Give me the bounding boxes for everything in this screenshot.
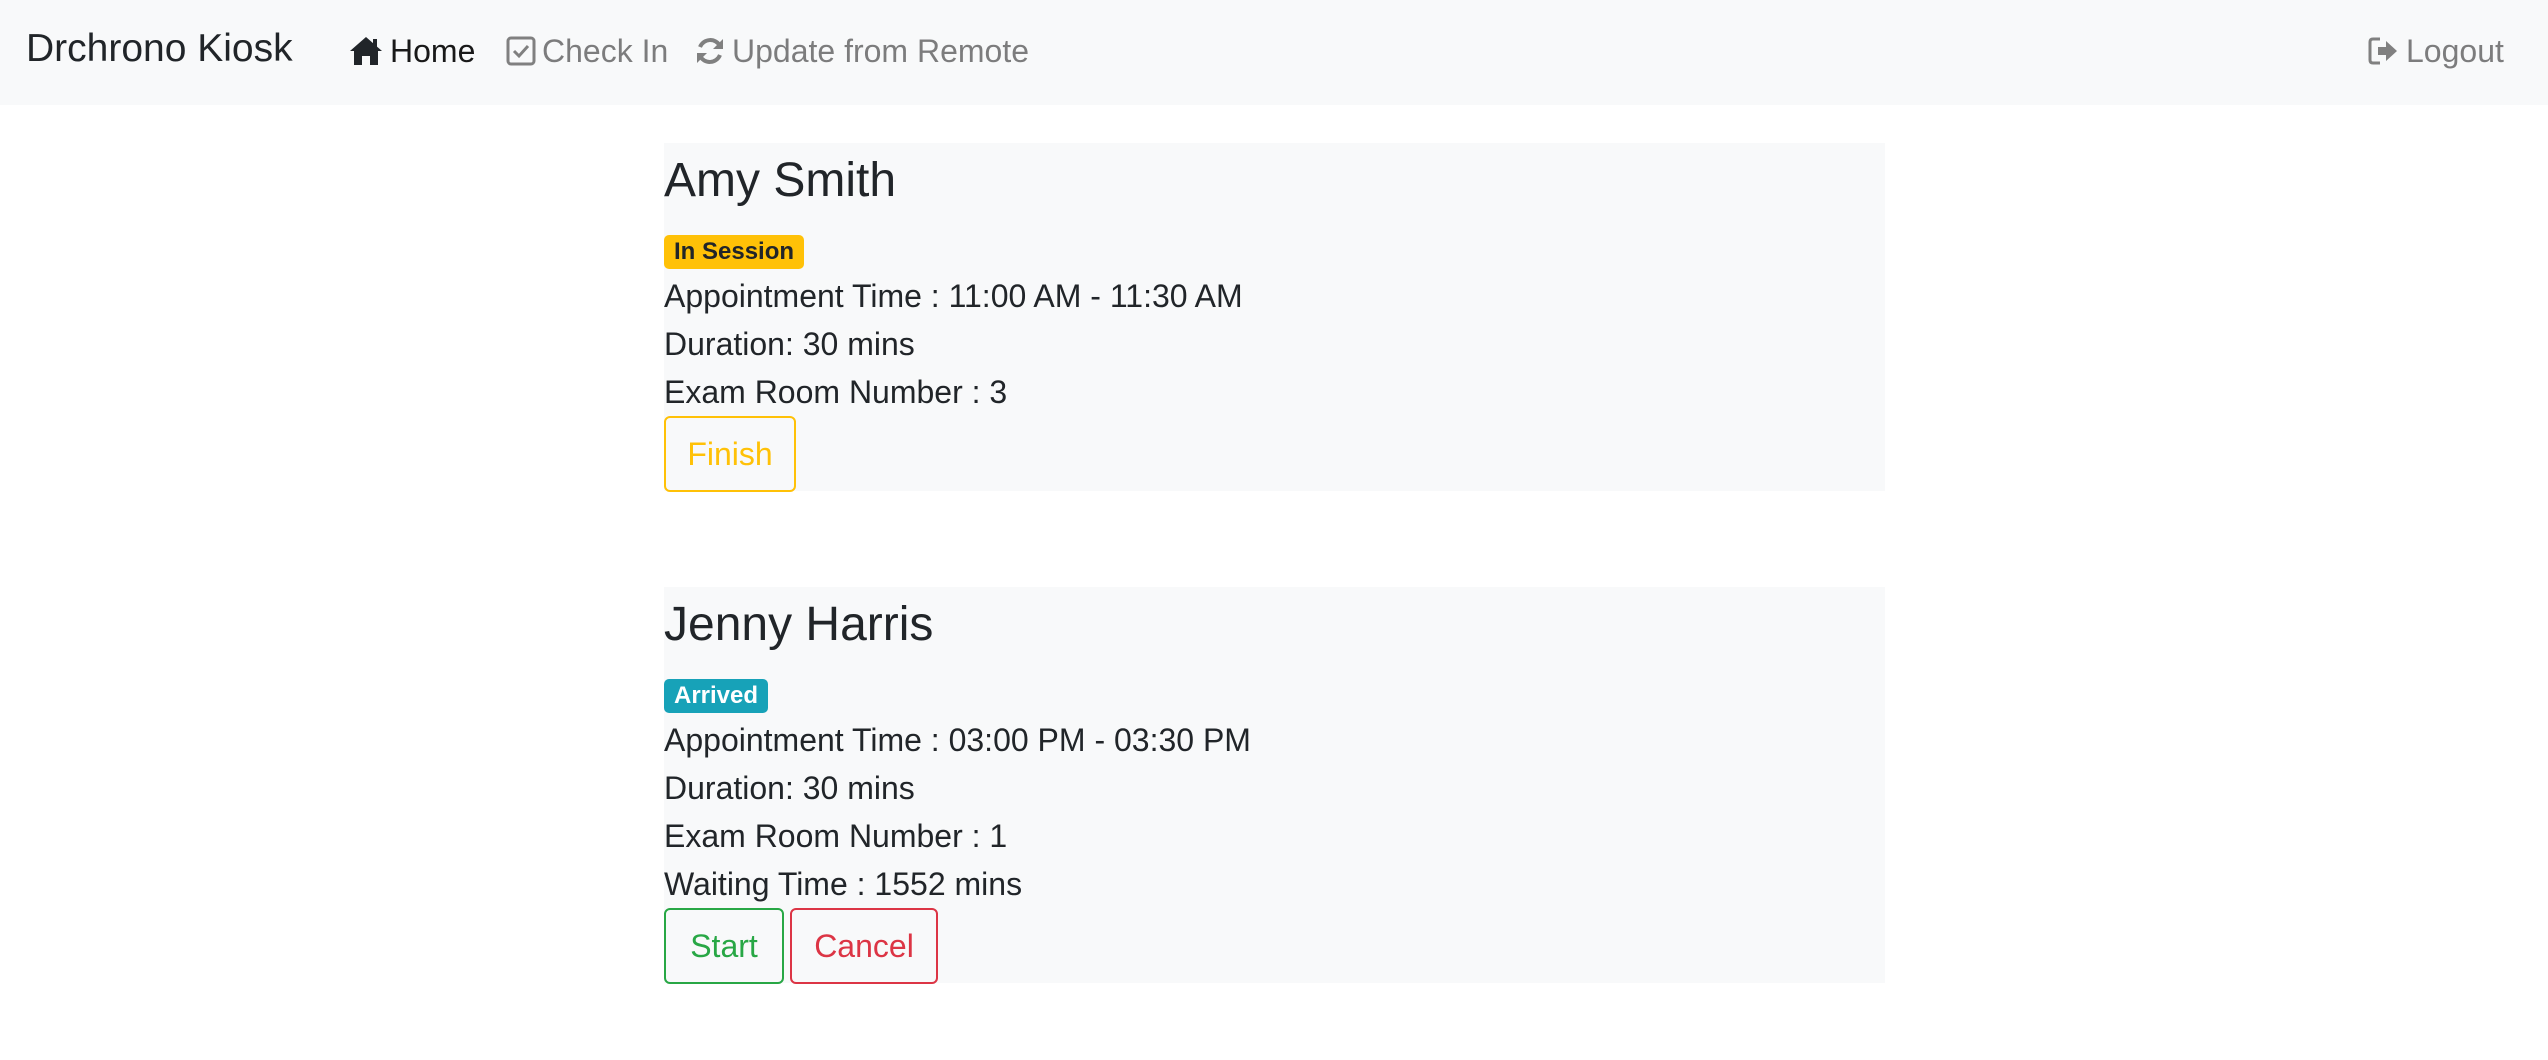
nav-home[interactable]: Home bbox=[348, 28, 475, 74]
nav-logout-label: Logout bbox=[2406, 32, 2504, 69]
refresh-icon bbox=[694, 35, 726, 67]
status-badge: Arrived bbox=[664, 679, 769, 713]
nav-update-label: Update from Remote bbox=[732, 32, 1030, 69]
finish-button[interactable]: Finish bbox=[664, 416, 796, 492]
patient-name: Amy Smith bbox=[664, 154, 897, 207]
status-badge: In Session bbox=[664, 235, 805, 269]
sign-out-icon bbox=[2368, 36, 2400, 66]
nav-logout[interactable]: Logout bbox=[2368, 28, 2504, 74]
navbar: Drchrono Kiosk Home Check In Update from… bbox=[0, 0, 2548, 105]
waiting-time: Waiting Time : 1552 mins bbox=[664, 866, 1023, 902]
patient-name: Jenny Harris bbox=[664, 598, 934, 651]
home-icon bbox=[348, 35, 384, 67]
duration: Duration: 30 mins bbox=[664, 326, 915, 362]
appointment-time: Appointment Time : 11:00 AM - 11:30 AM bbox=[664, 278, 1243, 314]
exam-room-number: Exam Room Number : 1 bbox=[664, 818, 1008, 854]
check-square-icon bbox=[506, 36, 536, 66]
appointment-card: Jenny Harris Arrived Appointment Time : … bbox=[664, 587, 1885, 984]
nav-home-label: Home bbox=[390, 32, 476, 69]
nav-update-from-remote[interactable]: Update from Remote bbox=[694, 28, 1029, 74]
start-button[interactable]: Start bbox=[664, 908, 784, 984]
nav-check-in-label: Check In bbox=[542, 32, 669, 69]
appointment-time: Appointment Time : 03:00 PM - 03:30 PM bbox=[664, 722, 1251, 758]
cancel-button[interactable]: Cancel bbox=[790, 908, 938, 984]
appointment-card: Amy Smith In Session Appointment Time : … bbox=[664, 143, 1885, 492]
nav-check-in[interactable]: Check In bbox=[506, 28, 668, 74]
brand-link[interactable]: Drchrono Kiosk bbox=[26, 26, 293, 72]
exam-room-number: Exam Room Number : 3 bbox=[664, 374, 1008, 410]
duration: Duration: 30 mins bbox=[664, 770, 915, 806]
